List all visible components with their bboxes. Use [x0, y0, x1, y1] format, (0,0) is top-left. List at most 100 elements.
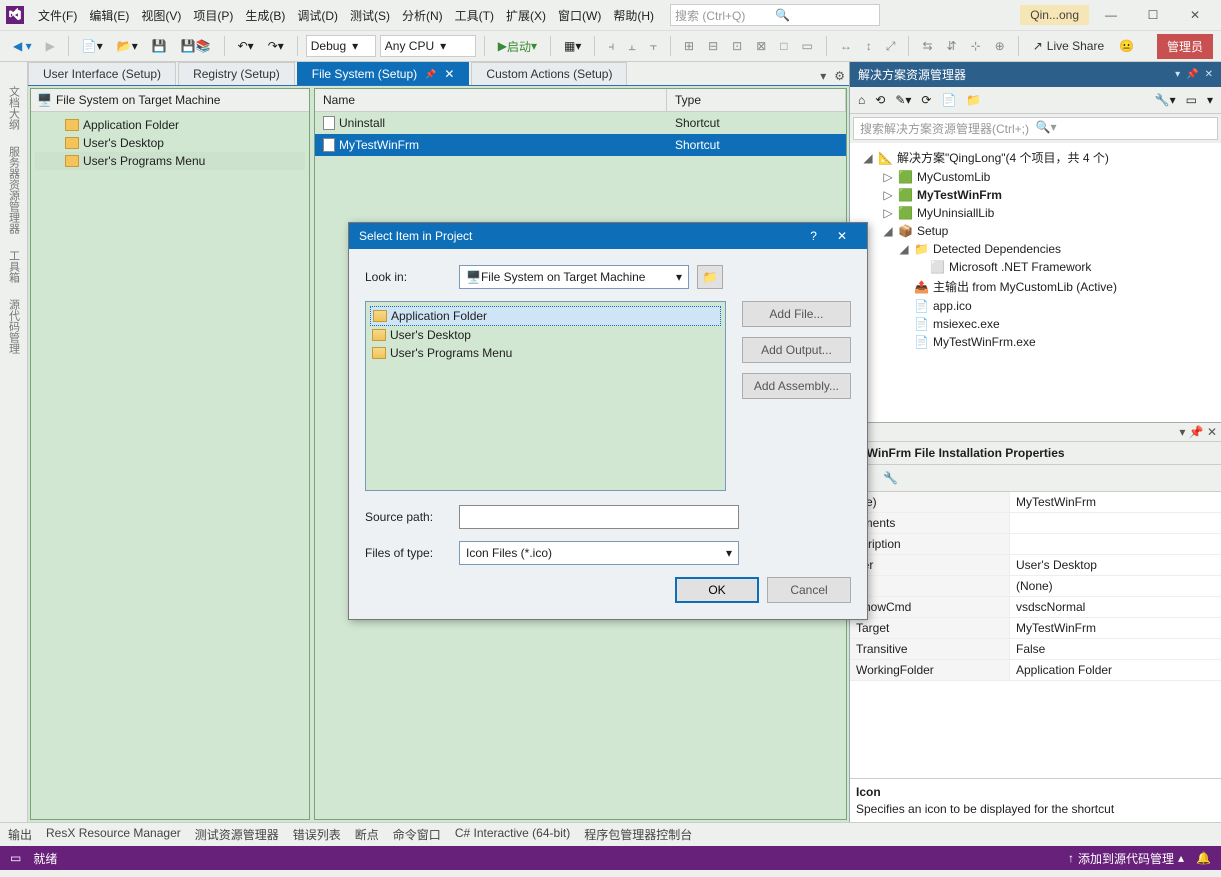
tb-size3[interactable]: ⤢ [881, 35, 901, 58]
tb-grid2[interactable]: ⊟ [703, 35, 723, 57]
sln-doc-icon[interactable]: 📄 [937, 90, 960, 110]
menu-分析(N)[interactable]: 分析(N) [396, 3, 449, 28]
sln-node[interactable]: 📤 主输出 from MyCustomLib (Active) [854, 276, 1217, 297]
fs-tree-item[interactable]: Application Folder [35, 116, 305, 134]
prop-row[interactable]: ShowCmdvsdscNormal [850, 597, 1221, 618]
menu-编辑(E)[interactable]: 编辑(E) [83, 3, 135, 28]
close-button[interactable]: ✕ [1175, 1, 1215, 29]
menu-文件(F)[interactable]: 文件(F) [32, 3, 83, 28]
menu-扩展(X)[interactable]: 扩展(X) [500, 3, 552, 28]
menu-工具(T)[interactable]: 工具(T) [449, 3, 500, 28]
sln-node[interactable]: ⬜ Microsoft .NET Framework [854, 258, 1217, 276]
sln-node[interactable]: ◢ 📦 Setup [854, 222, 1217, 240]
status-bell-icon[interactable]: 🔔 [1196, 851, 1211, 865]
prop-row[interactable]: n(None) [850, 576, 1221, 597]
sln-node[interactable]: 📄 app.ico [854, 297, 1217, 315]
start-debug-button[interactable]: ▶ 启动 ▾ [493, 34, 542, 59]
new-project-button[interactable]: 📄▾ [77, 35, 108, 57]
undo-button[interactable]: ↶▾ [233, 35, 259, 57]
up-folder-button[interactable]: 📁 [697, 265, 723, 289]
dialog-item-list[interactable]: Application Folder User's Desktop User's… [365, 301, 726, 491]
tb-extra1[interactable]: ▦▾ [559, 35, 586, 57]
sln-more2-icon[interactable]: ▾ [1203, 90, 1217, 110]
quick-search-input[interactable]: 搜索 (Ctrl+Q) 🔍 [670, 4, 880, 26]
add-file-button[interactable]: Add File... [742, 301, 851, 327]
tab-close-icon[interactable]: ✕ [444, 67, 454, 81]
bottom-tab-错误列表[interactable]: 错误列表 [293, 826, 341, 843]
status-add-source[interactable]: ↑ 添加到源代码管理 ▴ [1068, 850, 1184, 867]
solution-root[interactable]: ◢📐 解决方案"QingLong"(4 个项目，共 4 个) [854, 147, 1217, 168]
props-menu-icon[interactable]: ▾ 📌 ✕ [1179, 425, 1217, 439]
panel-pin-icon[interactable]: 📌 [1186, 69, 1198, 80]
dialog-list-item[interactable]: User's Programs Menu [370, 344, 721, 362]
sln-node[interactable]: ◢ 📁 Detected Dependencies [854, 240, 1217, 258]
sln-node[interactable]: ▷ 🟩 MyCustomLib [854, 168, 1217, 186]
cancel-button[interactable]: Cancel [767, 577, 851, 603]
sln-node[interactable]: 📄 MyTestWinFrm.exe [854, 333, 1217, 351]
bottom-tab-输出[interactable]: 输出 [8, 826, 32, 843]
dialog-close-button[interactable]: ✕ [827, 229, 857, 243]
sln-node[interactable]: 📄 msiexec.exe [854, 315, 1217, 333]
tab-Registry (Setup)[interactable]: Registry (Setup) [178, 62, 295, 85]
fs-tree-item[interactable]: User's Programs Menu [35, 152, 305, 170]
nav-back-button[interactable]: ◀ ▾ [8, 35, 37, 57]
live-share-button[interactable]: ↗ Live Share [1027, 37, 1110, 55]
sln-folder-icon[interactable]: 📁 [962, 90, 985, 110]
tab-File System (Setup)[interactable]: File System (Setup)📌✕ [297, 62, 470, 85]
tab-tools-icon[interactable]: ⚙ [830, 67, 849, 85]
files-type-combo[interactable]: Icon Files (*.ico)▾ [459, 541, 739, 565]
dialog-list-item[interactable]: User's Desktop [370, 326, 721, 344]
open-button[interactable]: 📂▾ [112, 35, 143, 57]
tb-space4[interactable]: ⊕ [990, 35, 1010, 57]
prop-row[interactable]: scription [850, 534, 1221, 555]
bottom-tab-ResX Resource Manager[interactable]: ResX Resource Manager [46, 826, 181, 843]
ok-button[interactable]: OK [675, 577, 759, 603]
rail-源代码管理[interactable]: 源代码管理 [6, 299, 22, 354]
dialog-help-button[interactable]: ? [800, 229, 827, 243]
menu-生成(B)[interactable]: 生成(B) [239, 3, 291, 28]
bottom-tab-程序包管理器控制台[interactable]: 程序包管理器控制台 [584, 826, 692, 843]
save-all-button[interactable]: 💾📚 [176, 35, 216, 57]
properties-header[interactable]: stWinFrm File Installation Properties [850, 442, 1221, 465]
prop-row[interactable]: WorkingFolderApplication Folder [850, 660, 1221, 681]
tb-align2[interactable]: ⫠ [623, 35, 640, 58]
sln-back-icon[interactable]: ⟲ [871, 90, 889, 110]
bottom-tab-C# Interactive (64-bit)[interactable]: C# Interactive (64-bit) [455, 826, 570, 843]
bottom-tab-命令窗口[interactable]: 命令窗口 [393, 826, 441, 843]
tb-grid5[interactable]: □ [775, 35, 792, 57]
solution-search-input[interactable]: 搜索解决方案资源管理器(Ctrl+;) 🔍▾ [853, 117, 1218, 140]
sln-node[interactable]: ▷ 🟩 MyUninsiallLib [854, 204, 1217, 222]
fs-tree-item[interactable]: User's Desktop [35, 134, 305, 152]
panel-menu-icon[interactable]: ▾ [1175, 69, 1180, 80]
rail-工具箱[interactable]: 工具箱 [6, 250, 22, 283]
col-type[interactable]: Type [667, 89, 846, 111]
save-button[interactable]: 💾 [147, 35, 172, 57]
fs-list-row[interactable]: MyTestWinFrmShortcut [315, 134, 846, 156]
tb-size1[interactable]: ↔ [835, 35, 857, 57]
prop-row[interactable]: TargetMyTestWinFrm [850, 618, 1221, 639]
add-output-button[interactable]: Add Output... [742, 337, 851, 363]
sln-wrench-icon[interactable]: 🔧▾ [1151, 90, 1180, 110]
lookin-combo[interactable]: 🖥️ File System on Target Machine▾ [459, 265, 689, 289]
tab-scroll-icon[interactable]: ▾ [816, 67, 830, 85]
pin-icon[interactable]: 📌 [425, 69, 436, 80]
tb-space3[interactable]: ⊹ [966, 35, 986, 57]
tb-space1[interactable]: ⇆ [917, 35, 937, 57]
menu-视图(V)[interactable]: 视图(V) [135, 3, 187, 28]
prop-row[interactable]: TransitiveFalse [850, 639, 1221, 660]
sln-sync-icon[interactable]: ⟳ [917, 90, 935, 110]
tab-Custom Actions (Setup)[interactable]: Custom Actions (Setup) [471, 62, 627, 85]
user-badge[interactable]: Qin...ong [1020, 5, 1089, 25]
menu-项目(P)[interactable]: 项目(P) [187, 3, 239, 28]
menu-帮助(H)[interactable]: 帮助(H) [607, 3, 660, 28]
minimize-button[interactable]: — [1091, 1, 1131, 29]
tb-align3[interactable]: ⫟ [645, 35, 662, 58]
col-name[interactable]: Name [315, 89, 667, 111]
tab-User Interface (Setup)[interactable]: User Interface (Setup) [28, 62, 176, 85]
tb-space2[interactable]: ⇵ [942, 35, 962, 57]
add-assembly-button[interactable]: Add Assembly... [742, 373, 851, 399]
sln-node[interactable]: ▷ 🟩 MyTestWinFrm [854, 186, 1217, 204]
dialog-list-item[interactable]: Application Folder [370, 306, 721, 326]
tb-grid1[interactable]: ⊞ [679, 35, 699, 57]
config-combo[interactable]: Debug▾ [306, 35, 376, 57]
